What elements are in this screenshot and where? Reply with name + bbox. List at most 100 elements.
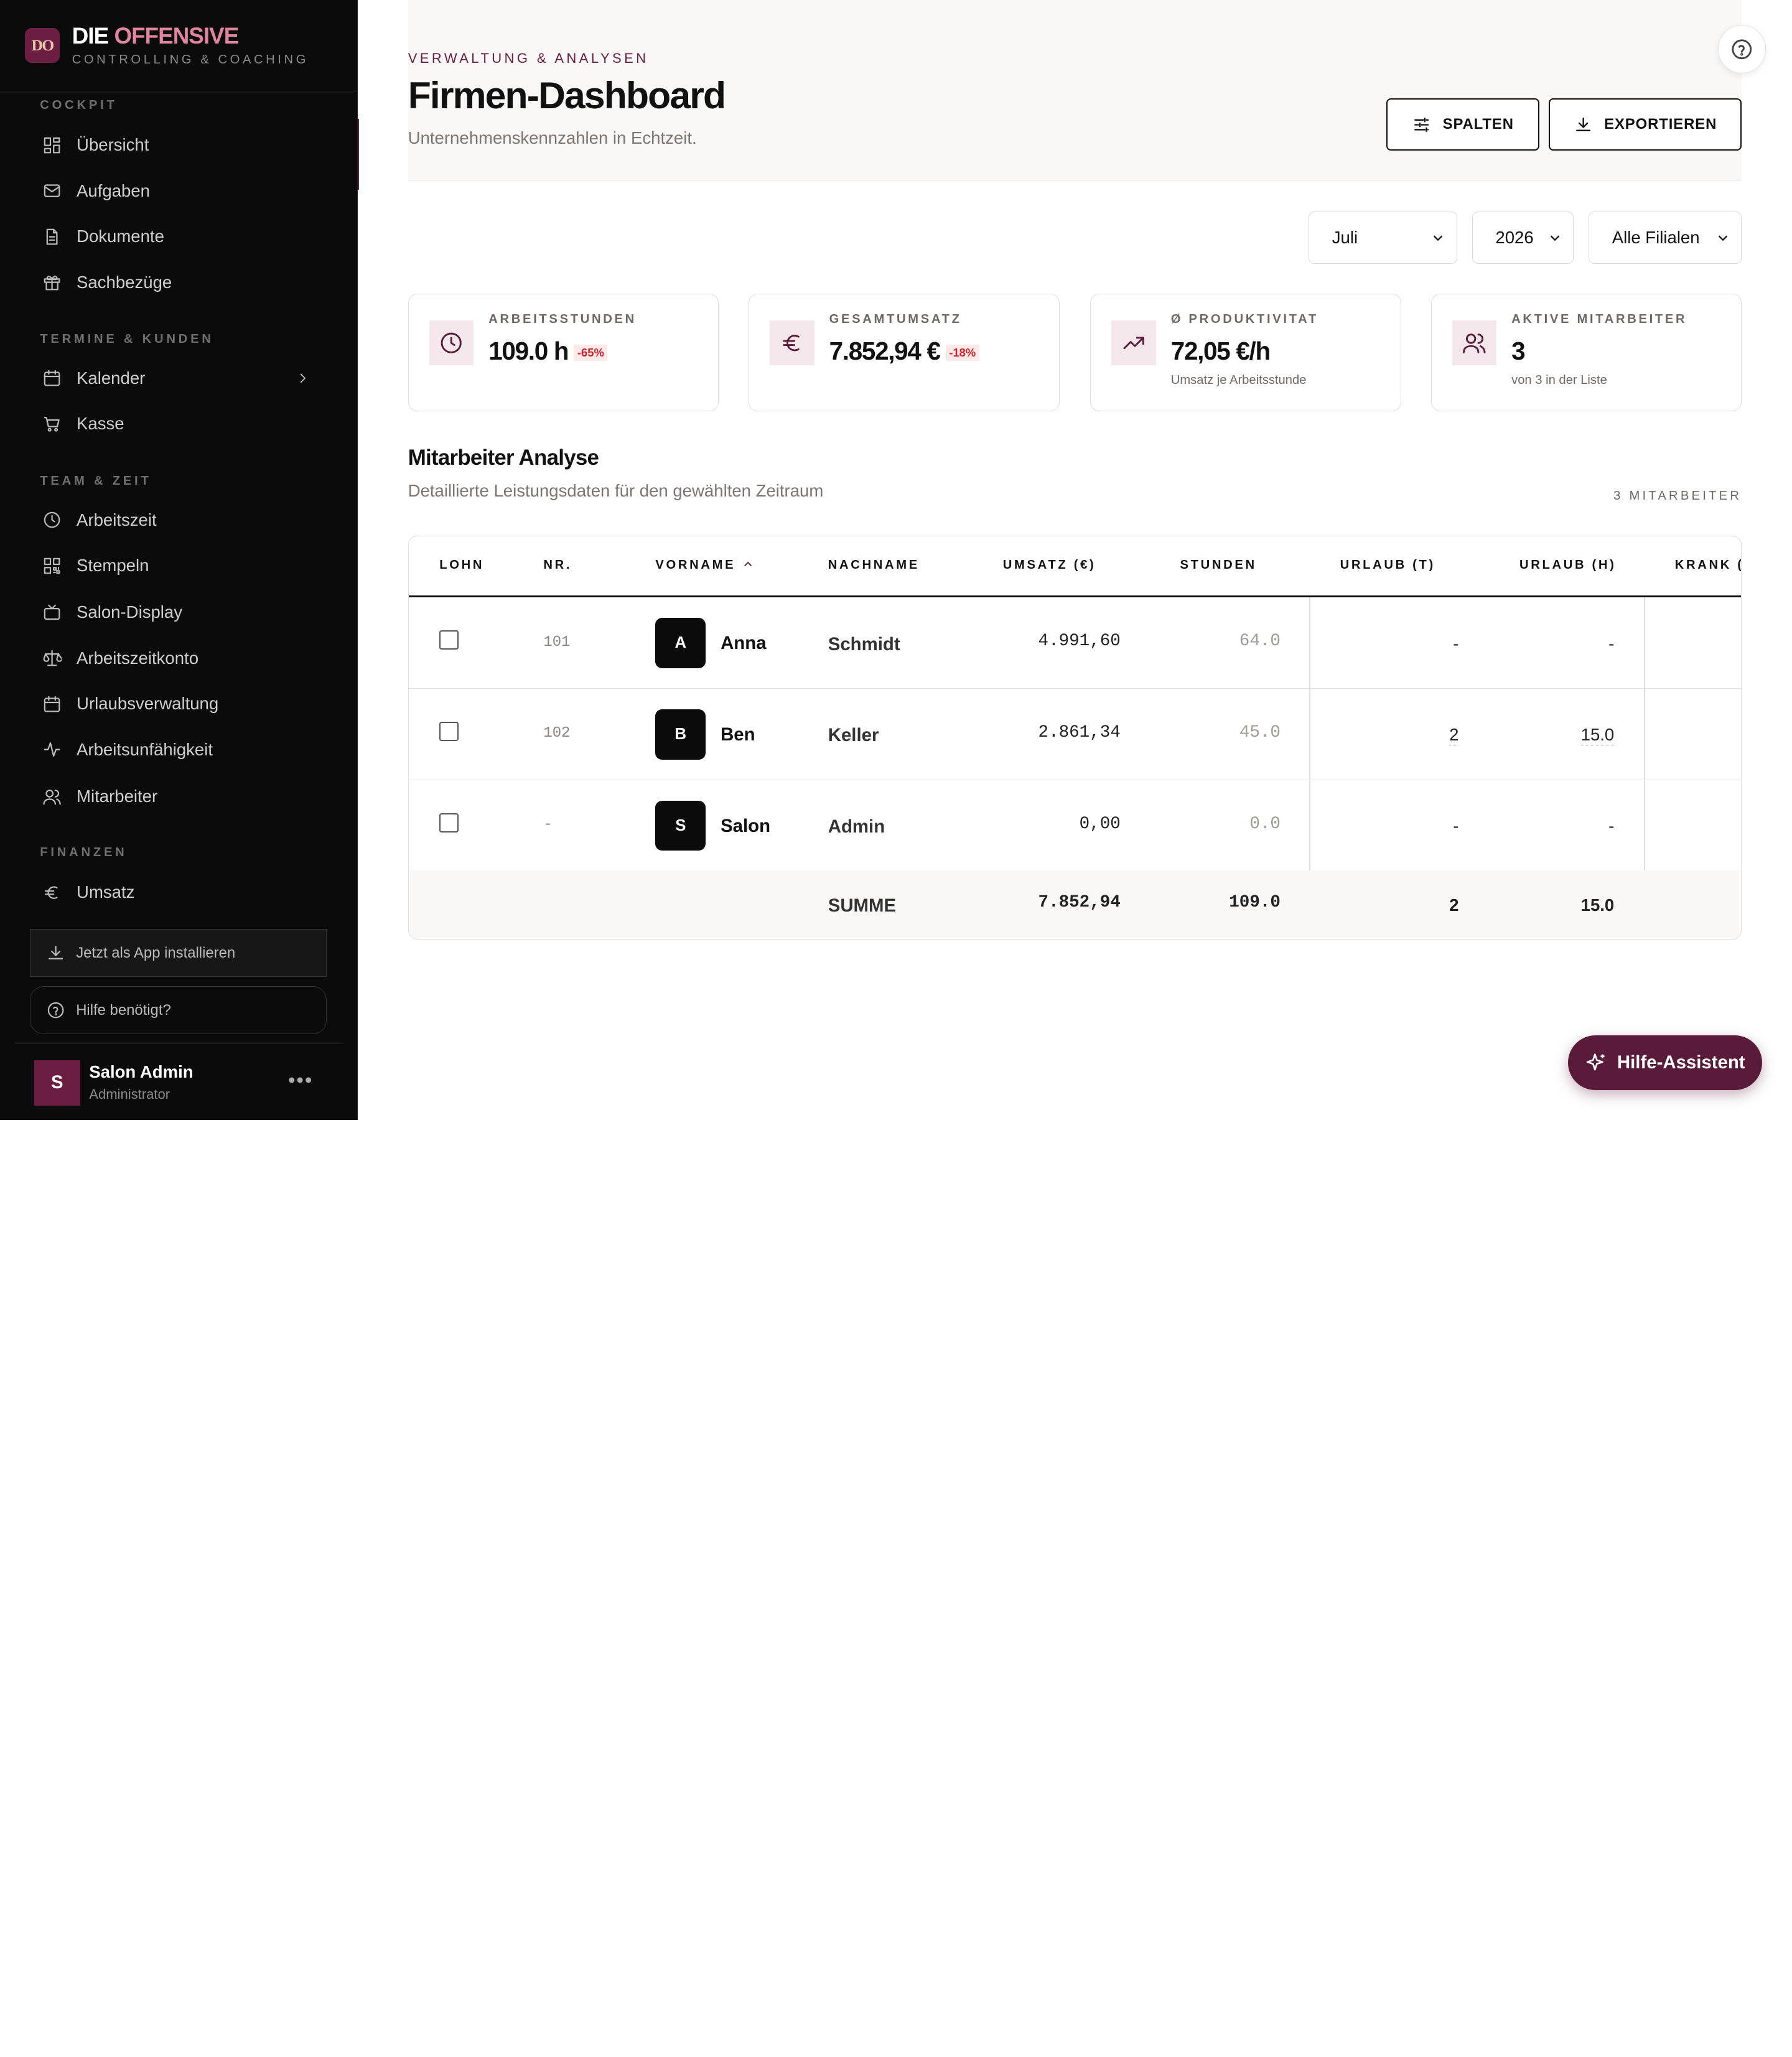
chevron-down-icon bbox=[1434, 235, 1443, 241]
mail-icon bbox=[44, 184, 60, 197]
kpi-card-gesamtumsatz: GESAMTUMSATZ 7.852,94 € -18% bbox=[749, 294, 1060, 412]
help-needed-button[interactable]: Hilfe benötigt? bbox=[29, 986, 327, 1035]
employee-count: 3 MITARBEITER bbox=[1613, 489, 1742, 503]
main-content: VERWALTUNG & ANALYSEN Firmen-Dashboard U… bbox=[358, 0, 1792, 1120]
lohn-checkbox[interactable] bbox=[439, 721, 459, 742]
employee-umsatz: 0,00 bbox=[1079, 814, 1121, 834]
kpi-value: 3 bbox=[1511, 336, 1525, 365]
column-header-nachname[interactable]: NACHNAME bbox=[828, 558, 920, 572]
section-title-termine: TERMINE & KUNDEN bbox=[40, 332, 214, 347]
page-title: Firmen-Dashboard bbox=[408, 73, 726, 116]
more-icon[interactable]: ••• bbox=[288, 1069, 313, 1093]
employee-nr: 101 bbox=[543, 633, 571, 651]
calendar-icon bbox=[44, 696, 60, 712]
sidebar-item-kasse[interactable]: Kasse bbox=[30, 403, 327, 444]
column-header-umsatz[interactable]: UMSATZ (€) bbox=[1003, 558, 1096, 572]
calendar-icon bbox=[44, 370, 60, 386]
sidebar-item-label: Übersicht bbox=[77, 135, 149, 155]
sidebar-item-label: Dokumente bbox=[77, 226, 164, 246]
trend-badge: -18% bbox=[945, 345, 979, 361]
sidebar-item-label: Arbeitszeit bbox=[77, 510, 157, 529]
sidebar-item-label: Salon-Display bbox=[77, 602, 182, 622]
sidebar-item-label: Arbeitsunfähigkeit bbox=[77, 739, 213, 759]
help-button[interactable] bbox=[1717, 25, 1766, 73]
qr-icon bbox=[44, 557, 60, 574]
sidebar-item-stempeln[interactable]: Stempeln bbox=[30, 545, 327, 586]
brand[interactable]: DO DIE OFFENSIVE CONTROLLING & COACHING bbox=[0, 0, 357, 91]
page-subtitle: Unternehmenskennzahlen in Echtzeit. bbox=[408, 128, 697, 147]
column-header-vorname[interactable]: VORNAME bbox=[655, 558, 754, 572]
install-app-button[interactable]: Jetzt als App installieren bbox=[29, 929, 327, 977]
sidebar-item-sachbezuege[interactable]: Sachbezüge bbox=[30, 262, 327, 303]
cart-icon bbox=[44, 416, 60, 432]
employee-stunden: 0.0 bbox=[1249, 814, 1281, 834]
kpi-value: 109.0 h -65% bbox=[488, 337, 608, 366]
brand-logo: DO bbox=[25, 28, 60, 63]
sidebar-item-arbeitszeitkonto[interactable]: Arbeitszeitkonto bbox=[30, 638, 327, 679]
employee-urlaub-h[interactable]: 15.0 bbox=[1580, 725, 1615, 746]
kpi-label: AKTIVE MITARBEITER bbox=[1511, 312, 1687, 327]
user-profile[interactable]: S Salon Admin Administrator ••• bbox=[14, 1043, 343, 1120]
sidebar: DO DIE OFFENSIVE CONTROLLING & COACHING … bbox=[0, 0, 358, 1120]
scale-icon bbox=[43, 650, 62, 666]
brand-subtitle: CONTROLLING & COACHING bbox=[72, 53, 309, 67]
users-icon bbox=[1463, 334, 1486, 353]
kpi-value: 7.852,94 € -18% bbox=[829, 337, 979, 366]
help-assistant-button[interactable]: Hilfe-Assistent bbox=[1567, 1035, 1763, 1091]
column-header-krank[interactable]: KRANK ( bbox=[1675, 558, 1741, 572]
column-header-lohn[interactable]: LOHN bbox=[439, 558, 484, 572]
employee-urlaub-h: - bbox=[1608, 633, 1615, 653]
sidebar-item-urlaubsverwaltung[interactable]: Urlaubsverwaltung bbox=[30, 683, 327, 724]
table-row[interactable]: 102 B Ben Keller 2.861,34 45.0 2 15.0 bbox=[408, 689, 1742, 780]
sort-ascending-icon bbox=[744, 561, 752, 566]
help-circle-icon bbox=[48, 1002, 64, 1019]
month-select[interactable]: Juli bbox=[1309, 211, 1457, 264]
chevron-right-icon bbox=[300, 373, 306, 383]
brand-title: DIE OFFENSIVE bbox=[72, 22, 240, 49]
analysis-subtitle: Detaillierte Leistungsdaten für den gewä… bbox=[408, 481, 824, 501]
kpi-label: ARBEITSSTUNDEN bbox=[488, 312, 637, 327]
employee-umsatz: 2.861,34 bbox=[1038, 722, 1121, 742]
sidebar-item-arbeitsunfaehigkeit[interactable]: Arbeitsunfähigkeit bbox=[30, 729, 327, 770]
section-title-team: TEAM & ZEIT bbox=[40, 474, 152, 488]
employee-lastname: Keller bbox=[828, 725, 879, 746]
branch-select[interactable]: Alle Filialen bbox=[1589, 211, 1742, 264]
sidebar-item-aufgaben[interactable]: Aufgaben bbox=[30, 170, 327, 212]
column-header-stunden[interactable]: STUNDEN bbox=[1180, 558, 1256, 572]
kpi-card-produktivitaet: Ø PRODUKTIVITAT 72,05 €/h Umsatz je Arbe… bbox=[1090, 294, 1401, 412]
employee-urlaub-h: - bbox=[1608, 816, 1615, 836]
kpi-card-aktive-mitarbeiter: AKTIVE MITARBEITER 3 von 3 in der Liste bbox=[1430, 294, 1742, 412]
columns-button[interactable]: SPALTEN bbox=[1386, 98, 1540, 151]
employee-firstname: Ben bbox=[721, 724, 755, 745]
lohn-checkbox[interactable] bbox=[439, 813, 459, 833]
lohn-checkbox[interactable] bbox=[439, 630, 459, 650]
year-select[interactable]: 2026 bbox=[1472, 211, 1574, 264]
export-button[interactable]: EXPORTIEREN bbox=[1548, 98, 1742, 151]
sidebar-item-salon-display[interactable]: Salon-Display bbox=[30, 592, 327, 633]
column-header-urlaub-h[interactable]: URLAUB (H) bbox=[1519, 558, 1617, 572]
sidebar-item-umsatz[interactable]: Umsatz bbox=[30, 872, 327, 913]
sidebar-item-label: Urlaubsverwaltung bbox=[77, 694, 219, 714]
sidebar-item-mitarbeiter[interactable]: Mitarbeiter bbox=[30, 776, 327, 817]
sidebar-item-uebersicht[interactable]: Übersicht bbox=[30, 124, 327, 166]
section-title-cockpit: COCKPIT bbox=[40, 98, 118, 112]
table-row[interactable]: - S Salon Admin 0,00 0.0 - - bbox=[408, 780, 1742, 872]
download-icon bbox=[49, 946, 63, 960]
activity-icon bbox=[44, 742, 60, 757]
column-header-urlaub-t[interactable]: URLAUB (T) bbox=[1340, 558, 1435, 572]
column-header-nr[interactable]: NR. bbox=[543, 558, 572, 572]
sidebar-item-label: Kalender bbox=[77, 368, 146, 388]
avatar: S bbox=[655, 800, 706, 851]
employee-stunden: 64.0 bbox=[1239, 631, 1281, 651]
tv-icon bbox=[44, 604, 60, 620]
employee-urlaub-t: - bbox=[1453, 633, 1459, 653]
sidebar-item-dokumente[interactable]: Dokumente bbox=[30, 216, 327, 257]
sidebar-item-kalender[interactable]: Kalender bbox=[30, 358, 327, 399]
employee-urlaub-t[interactable]: 2 bbox=[1449, 725, 1459, 746]
summary-urlaub-h: 15.0 bbox=[1580, 895, 1615, 915]
table-row[interactable]: 101 A Anna Schmidt 4.991,60 64.0 - - bbox=[408, 597, 1742, 689]
sidebar-item-arbeitszeit[interactable]: Arbeitszeit bbox=[30, 500, 327, 541]
employee-stunden: 45.0 bbox=[1239, 722, 1281, 742]
help-circle-icon bbox=[1732, 39, 1752, 59]
user-name: Salon Admin bbox=[89, 1062, 194, 1082]
